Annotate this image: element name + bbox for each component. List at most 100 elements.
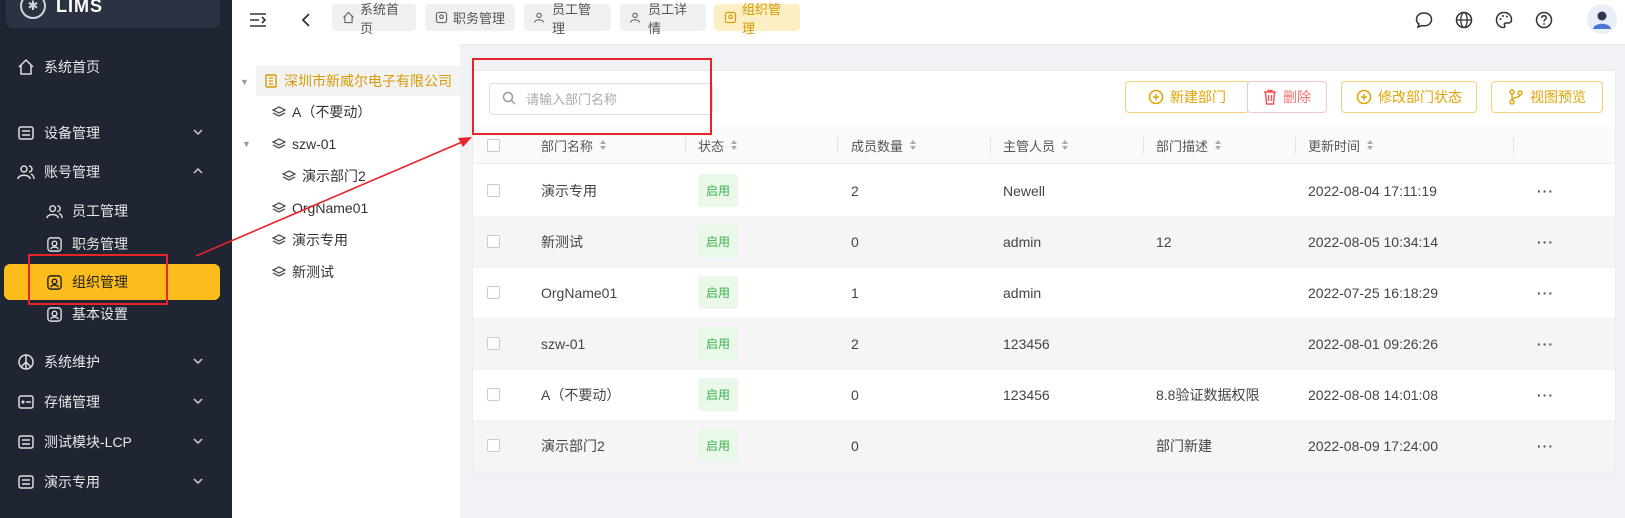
user-card-icon	[435, 11, 448, 24]
search-input[interactable]	[524, 90, 698, 108]
globe-icon[interactable]	[1452, 8, 1476, 32]
back-arrow-icon[interactable]	[294, 8, 318, 32]
select-all-checkbox[interactable]	[487, 127, 500, 163]
sidebar-item-label: 系统首页	[44, 59, 100, 75]
search-icon	[502, 91, 516, 108]
table-row[interactable]: 演示专用 启用 2 Newell 2022-08-04 17:11:19 ···	[473, 165, 1615, 217]
sort-icon	[599, 139, 607, 151]
sidebar-item-storage[interactable]: 存储管理	[0, 384, 232, 420]
users-icon	[534, 11, 547, 24]
table-row[interactable]: OrgName01 启用 1 admin 2022-07-25 16:18:29…	[473, 267, 1615, 319]
table-row[interactable]: 新测试 启用 0 admin 12 2022-08-05 10:34:14 ··…	[473, 216, 1615, 268]
button-label: 修改部门状态	[1378, 89, 1462, 105]
sort-icon	[1366, 139, 1374, 151]
status-badge: 启用	[698, 429, 739, 462]
column-divider	[1513, 137, 1514, 153]
device-icon	[16, 432, 36, 452]
column-header[interactable]: 主管人员	[1003, 127, 1069, 163]
sidebar-item-home[interactable]: 系统首页	[0, 49, 232, 85]
sidebar-item-employees[interactable]: 员工管理	[0, 193, 232, 229]
caret-down-icon[interactable]: ▼	[240, 77, 249, 87]
change-status-button[interactable]: 修改部门状态	[1341, 81, 1477, 113]
sidebar-item-positions[interactable]: 职务管理	[0, 226, 232, 262]
cell-updated: 2022-07-25 16:18:29	[1308, 284, 1438, 301]
delete-button[interactable]: 删除	[1247, 81, 1327, 113]
sidebar-item-maintenance[interactable]: 系统维护	[0, 344, 232, 380]
column-header[interactable]: 状态	[698, 127, 738, 163]
more-actions-icon[interactable]: ···	[1537, 165, 1554, 216]
row-checkbox[interactable]	[487, 369, 500, 420]
sidebar-item-test-lcp[interactable]: 测试模块-LCP	[0, 424, 232, 460]
more-actions-icon[interactable]: ···	[1537, 216, 1554, 267]
chevron-down-icon	[192, 434, 204, 450]
column-divider	[1143, 137, 1144, 153]
sidebar-item-label: 系统维护	[44, 354, 100, 370]
sidebar-item-organization[interactable]: 组织管理	[4, 264, 220, 300]
help-icon[interactable]	[1532, 8, 1556, 32]
top-header: 系统首页 职务管理 员工管理 员工详情 组织管理	[232, 0, 1625, 45]
new-department-button[interactable]: 新建部门	[1125, 81, 1249, 113]
users-icon	[630, 11, 643, 24]
logo-icon: ✱	[20, 0, 46, 19]
caret-down-icon[interactable]: ▼	[242, 139, 251, 149]
row-checkbox[interactable]	[487, 216, 500, 267]
table-row[interactable]: A（不要动） 启用 0 123456 8.8验证数据权限 2022-08-08 …	[473, 369, 1615, 421]
table-row[interactable]: 演示部门2 启用 0 部门新建 2022-08-09 17:24:00 ···	[473, 420, 1615, 472]
palette-icon[interactable]	[1492, 8, 1516, 32]
chevron-down-icon	[192, 394, 204, 410]
row-checkbox[interactable]	[487, 165, 500, 216]
tab-organization[interactable]: 组织管理	[714, 2, 800, 36]
row-checkbox[interactable]	[487, 267, 500, 318]
tab-positions[interactable]: 职务管理	[425, 4, 515, 31]
sidebar-item-demo[interactable]: 演示专用	[0, 464, 232, 500]
sort-icon	[1061, 139, 1069, 151]
menu-fold-icon[interactable]	[246, 8, 270, 32]
sidebar-item-accounts[interactable]: 账号管理	[0, 154, 232, 190]
column-divider	[990, 137, 991, 153]
tab-home[interactable]: 系统首页	[332, 2, 416, 36]
cell-members: 2	[851, 182, 859, 199]
column-header[interactable]: 成员数量	[851, 127, 917, 163]
row-checkbox[interactable]	[487, 420, 500, 471]
more-actions-icon[interactable]: ···	[1537, 420, 1554, 471]
avatar[interactable]	[1587, 4, 1617, 34]
home-icon	[16, 57, 36, 77]
tree-node-root[interactable]: 深圳市新威尔电子有限公司	[256, 66, 460, 96]
status-badge: 启用	[698, 225, 739, 258]
plus-circle-icon	[1148, 89, 1164, 105]
more-actions-icon[interactable]: ···	[1537, 369, 1554, 420]
status-badge: 启用	[698, 327, 739, 360]
tree-node[interactable]: A（不要动）	[272, 99, 371, 125]
more-actions-icon[interactable]: ···	[1537, 318, 1554, 369]
column-header[interactable]: 更新时间	[1308, 127, 1374, 163]
table-row[interactable]: szw-01 启用 2 123456 2022-08-01 09:26:26 ·…	[473, 318, 1615, 370]
tree-node[interactable]: OrgName01	[272, 195, 368, 221]
tree-node[interactable]: szw-01	[272, 131, 336, 157]
more-actions-icon[interactable]: ···	[1537, 267, 1554, 318]
tab-employee-detail[interactable]: 员工详情	[620, 2, 706, 36]
column-title: 部门名称	[541, 138, 594, 154]
row-checkbox[interactable]	[487, 318, 500, 369]
app-logo[interactable]: ✱ LIMS	[6, 0, 220, 28]
tab-employees[interactable]: 员工管理	[524, 2, 611, 36]
department-panel: 新建部门 删除 修改部门状态 视图预览 部门名称 状态 成员数量 主管人员	[472, 70, 1616, 473]
search-box[interactable]	[489, 83, 713, 115]
cell-manager: 123456	[1003, 335, 1050, 352]
chevron-up-icon	[192, 164, 204, 180]
tree-node[interactable]: 演示部门2	[282, 163, 366, 189]
tree-node[interactable]: 演示专用	[272, 227, 348, 253]
sidebar-item-label: 测试模块-LCP	[44, 434, 132, 450]
cell-members: 1	[851, 284, 859, 301]
tree-node[interactable]: 新测试	[272, 259, 334, 285]
sidebar-item-basic-settings[interactable]: 基本设置	[0, 296, 232, 332]
column-header[interactable]: 部门描述	[1156, 127, 1222, 163]
tree-node-label: 演示专用	[292, 232, 348, 248]
view-preview-button[interactable]: 视图预览	[1491, 81, 1603, 113]
user-card-icon	[724, 11, 737, 24]
sidebar-item-devices[interactable]: 设备管理	[0, 115, 232, 151]
column-header[interactable]: 部门名称	[541, 127, 607, 163]
chat-icon[interactable]	[1412, 8, 1436, 32]
sidebar-item-label: 设备管理	[44, 125, 100, 141]
tree-node-label: OrgName01	[292, 200, 369, 216]
column-divider	[837, 137, 838, 153]
